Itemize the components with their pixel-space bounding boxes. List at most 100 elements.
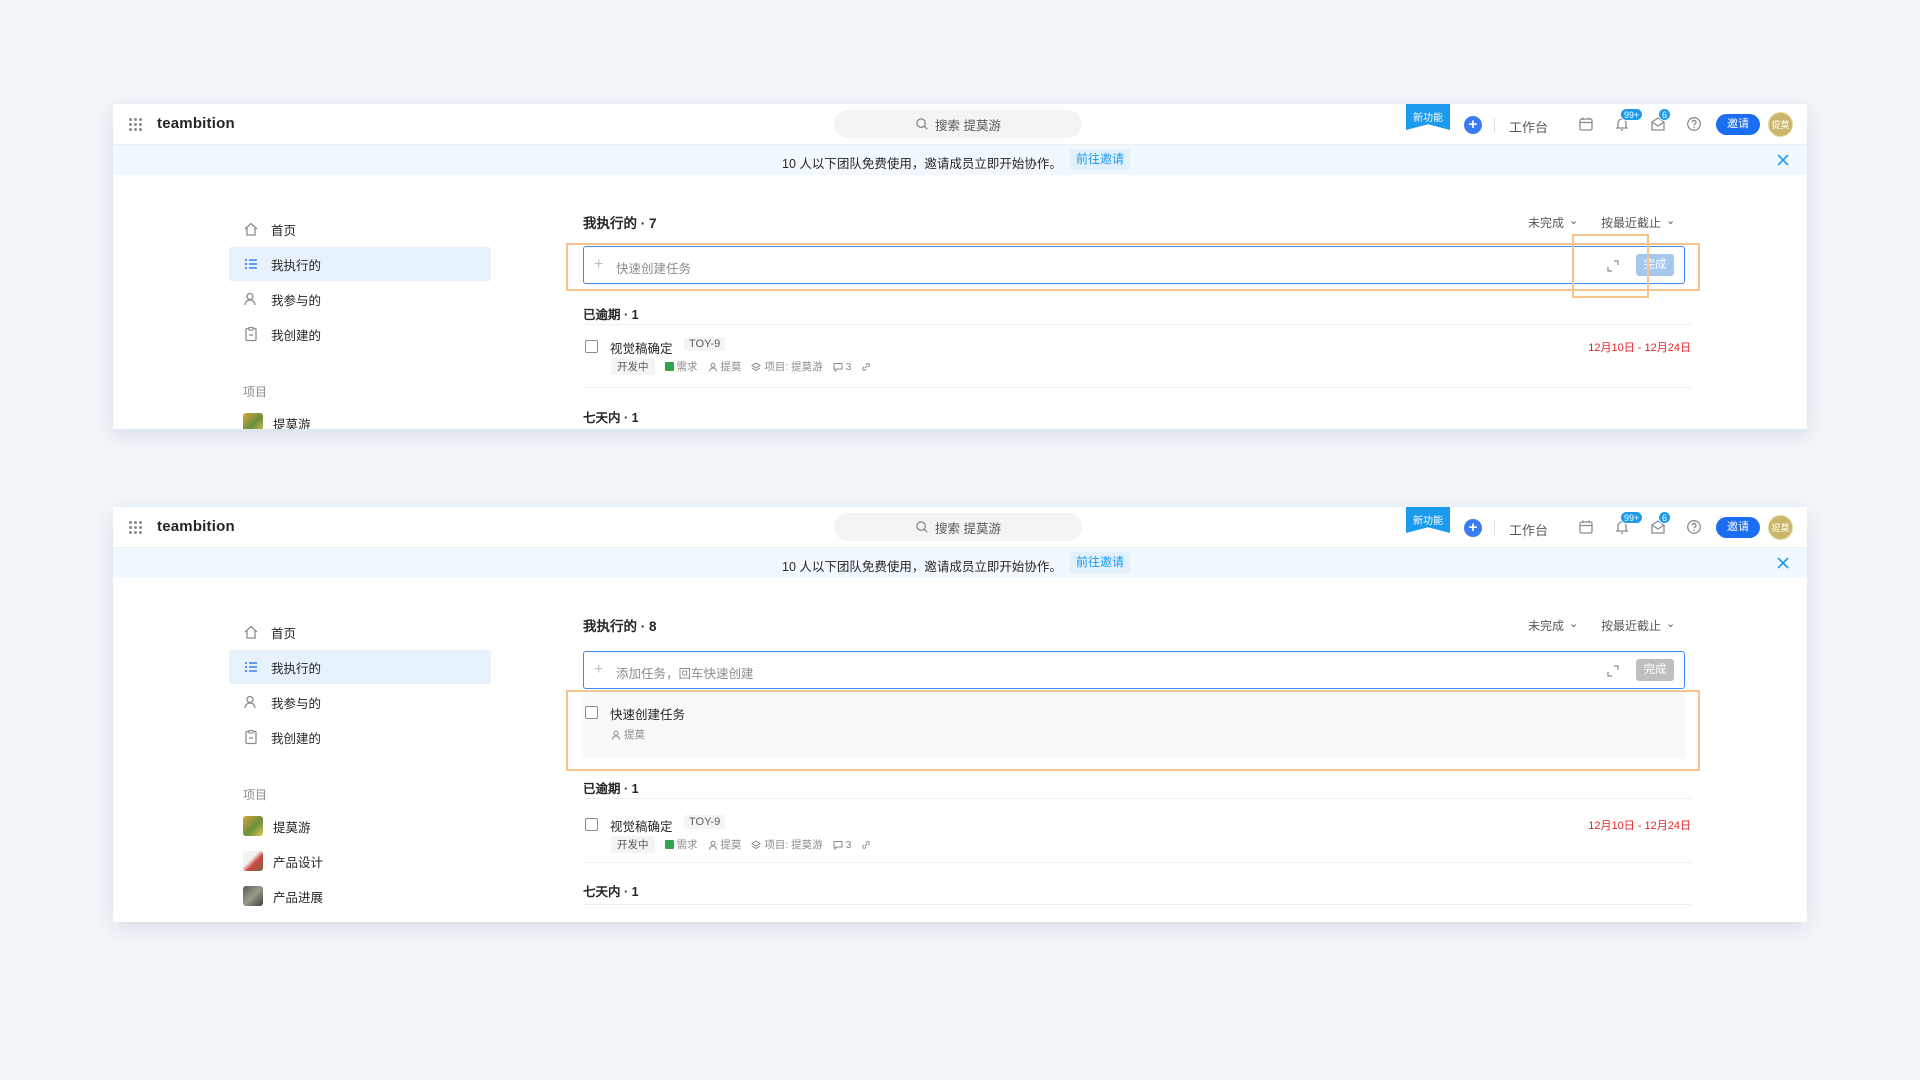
status-filter[interactable]: 未完成 [1528,617,1578,634]
quick-create-placeholder: 添加任务，回车快速创建 [616,667,754,681]
sidebar-item-my-tasks[interactable]: 我执行的 [229,650,491,684]
expand-icon[interactable] [1606,664,1620,678]
task-type: 需求 [664,837,698,852]
calendar-icon[interactable] [1578,519,1594,535]
task-comments: 3 [833,838,852,851]
workbench-link[interactable]: 工作台 [1509,117,1548,136]
add-icon[interactable]: + [1464,116,1482,134]
search-placeholder: 搜索 提莫游 [935,521,1001,536]
task-assignee: 提莫 [708,359,741,374]
banner-invite-link[interactable]: 前往邀请 [1070,552,1131,573]
task-name[interactable]: 视觉稿确定 [610,338,673,357]
close-icon[interactable] [1776,556,1790,570]
task-project-name: 项目: 提莫游 [764,839,823,851]
invite-button[interactable]: 邀请 [1716,517,1760,538]
task-checkbox[interactable] [585,706,598,719]
task-project-name: 项目: 提莫游 [764,361,823,373]
page-title: 我执行的 · 8 [583,619,657,634]
sidebar-project[interactable]: 产品设计 [243,851,323,871]
task-assignee: 提莫 [708,837,742,852]
expand-icon[interactable] [1606,259,1620,273]
home-icon [243,624,259,640]
sort-filter[interactable]: 按最近截止 [1601,214,1675,231]
app-logo[interactable]: teambition [157,115,235,132]
close-icon[interactable] [1776,153,1790,167]
sidebar-item-label: 我执行的 [271,661,322,676]
task-checkbox[interactable] [585,818,598,831]
sidebar-project[interactable]: 提莫游 [243,816,311,836]
project-thumbnail [243,886,263,906]
sidebar-item-label: 首页 [271,626,297,641]
group-divider [583,798,1691,799]
calendar-icon[interactable] [1578,116,1594,132]
global-search[interactable]: 搜索 提莫游 [834,110,1082,138]
workbench-link[interactable]: 工作台 [1509,520,1548,539]
global-search[interactable]: 搜索 提莫游 [834,513,1082,541]
task-comment-count: 3 [845,838,852,851]
group-divider [583,904,1691,905]
layers-icon [751,840,762,850]
clipboard-icon [243,729,259,745]
sidebar-item-created[interactable]: 我创建的 [229,720,491,754]
avatar[interactable]: 提莫 [1768,515,1793,540]
sidebar-item-created[interactable]: 我创建的 [229,317,491,351]
projects-section-label: 项目 [243,385,268,399]
user-icon [708,363,717,372]
divider [1494,118,1495,132]
page-title: 我执行的 · 7 [583,216,657,231]
task-status-tag: 开发中 [611,836,655,853]
task-id-tag: TOY-9 [684,337,726,351]
status-filter[interactable]: 未完成 [1528,214,1578,231]
apps-grid-icon[interactable] [129,118,142,131]
task-name[interactable]: 快速创建任务 [610,704,685,723]
task-checkbox[interactable] [585,340,598,353]
new-task-preview[interactable]: 快速创建任务 提莫 [583,693,1685,758]
user-icon [612,730,620,740]
quick-create-input[interactable]: + 快速创建任务 完成 [583,246,1685,284]
plus-icon: + [594,661,604,678]
help-icon[interactable] [1686,519,1702,535]
task-assignee-name: 提莫 [720,839,742,851]
sidebar-project[interactable]: 产品进展 [243,886,323,906]
sidebar-item-my-tasks[interactable]: 我执行的 [229,247,491,281]
project-thumbnail [243,413,263,429]
sidebar-item-participating[interactable]: 我参与的 [229,685,491,719]
add-icon[interactable]: + [1464,519,1482,537]
sort-filter[interactable]: 按最近截止 [1601,617,1675,634]
done-button[interactable]: 完成 [1636,254,1674,276]
task-project: 项目: 提莫游 [751,359,823,374]
task-row[interactable]: 视觉稿确定 TOY-9 开发中 需求 提莫 项目: 提莫游 3 12月10日 -… [583,334,1691,380]
quick-create-input[interactable]: + 添加任务，回车快速创建 完成 [583,651,1685,689]
layers-icon [751,362,762,372]
banner-invite-link[interactable]: 前往邀请 [1070,149,1131,170]
task-row[interactable]: 视觉稿确定 TOY-9 开发中 需求 提莫 项目: 提莫游 3 12月10日 -… [583,812,1691,858]
top-bar: teambition 搜索 提莫游 新功能 + 工作台 99+ 6 邀请 提莫 [113,507,1807,548]
task-name[interactable]: 视觉稿确定 [610,816,673,835]
list-icon [243,659,259,675]
apps-grid-icon[interactable] [129,521,142,534]
app-logo[interactable]: teambition [157,518,235,535]
sidebar-project[interactable]: 提莫游 [243,413,311,429]
task-project: 项目: 提莫游 [751,837,823,852]
new-feature-ribbon[interactable]: 新功能 [1406,104,1450,130]
search-placeholder: 搜索 提莫游 [935,118,1001,133]
group-title-overdue: 已逾期 · 1 [583,308,639,322]
group-title-week: 七天内 · 1 [583,885,639,899]
task-type: 需求 [664,359,698,374]
project-name: 产品设计 [273,855,324,870]
done-button[interactable]: 完成 [1636,659,1674,681]
sidebar-item-label: 我创建的 [271,731,322,746]
user-icon [243,291,259,307]
sidebar-item-home[interactable]: 首页 [229,615,491,649]
invite-button[interactable]: 邀请 [1716,114,1760,135]
sidebar-item-participating[interactable]: 我参与的 [229,282,491,316]
new-feature-ribbon[interactable]: 新功能 [1406,507,1450,533]
message-badge: 6 [1658,511,1672,524]
help-icon[interactable] [1686,116,1702,132]
avatar[interactable]: 提莫 [1768,112,1793,137]
projects-section-label: 项目 [243,788,268,802]
project-name: 提莫游 [273,820,311,835]
task-type-label: 需求 [676,361,698,373]
sidebar-item-home[interactable]: 首页 [229,212,491,246]
group-divider [583,387,1691,388]
